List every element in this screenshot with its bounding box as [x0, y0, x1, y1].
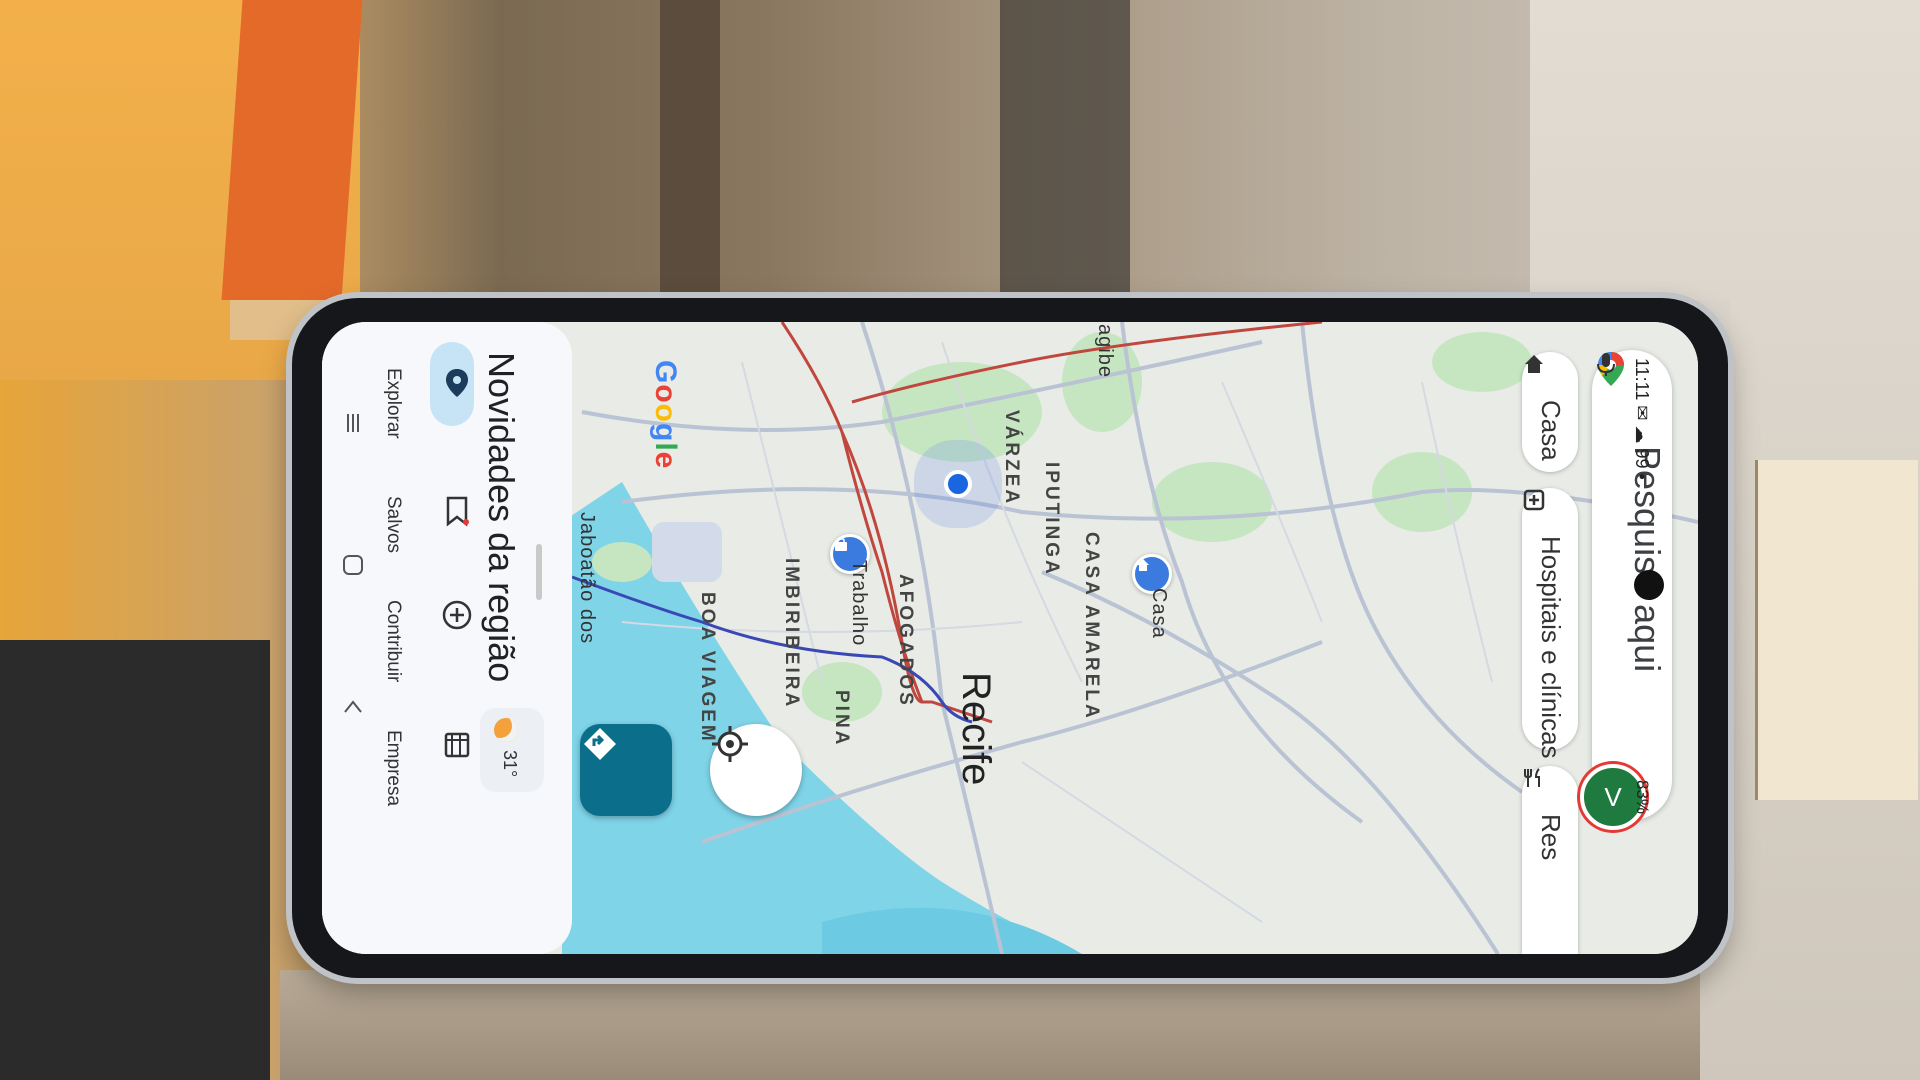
home-pin-label: Casa — [1148, 588, 1170, 639]
work-pin-label: Trabalho — [848, 560, 870, 647]
my-location-button[interactable] — [710, 724, 802, 816]
chip-home[interactable]: Casa — [1522, 352, 1578, 472]
search-input[interactable]: Pesquise aqui — [1626, 446, 1668, 672]
background-shelf — [660, 0, 720, 300]
store-icon — [444, 732, 470, 758]
nav-contribute[interactable]: Contribuir — [383, 598, 476, 698]
nav-saved[interactable]: Salvos — [383, 494, 476, 584]
explore-pin-icon — [446, 369, 468, 397]
nav-explore[interactable]: Explorar — [383, 366, 476, 456]
recent-apps-icon[interactable] — [340, 410, 366, 436]
map-label-casa-amarela: CASA AMARELA — [1081, 532, 1102, 721]
map-label-boa-viagem: BOA VIAGEM — [697, 592, 718, 744]
microphone-icon[interactable] — [1592, 350, 1620, 378]
map-label-jaboatao: Jaboatão dos — [576, 512, 598, 645]
bookmark-icon — [446, 496, 469, 527]
status-time: 11:11 ✉ ☁ 99 • — [1631, 358, 1652, 480]
nav-business[interactable]: Empresa — [383, 728, 476, 828]
notification-icons: ✉ ☁ 99 • — [1632, 405, 1652, 480]
home-icon — [1525, 355, 1543, 373]
background-shelf — [1000, 0, 1130, 300]
background-flag — [221, 0, 363, 300]
sheet-title: Novidades da região — [481, 352, 522, 683]
sheet-drag-handle[interactable] — [536, 544, 542, 600]
google-logo: Google — [649, 360, 682, 470]
map-city-recife: Recife — [954, 672, 998, 786]
nav-explore-label: Explorar — [383, 368, 404, 439]
weather-sun-icon — [494, 718, 518, 742]
nav-saved-label: Salvos — [383, 496, 404, 554]
map-label-agibe: agibe — [1094, 324, 1116, 378]
work-icon — [835, 538, 847, 551]
chip-restaurants[interactable]: Res — [1522, 766, 1578, 954]
background-warning-label — [1755, 460, 1918, 800]
nav-contribute-label: Contribuir — [383, 600, 404, 683]
current-location-dot — [944, 470, 972, 498]
background-camera — [0, 640, 270, 1080]
phone-screen: Google VÁRZEA IPUTINGA CASA AMARELA AFOG… — [322, 322, 1698, 954]
chip-home-label: Casa — [1536, 400, 1566, 461]
phone-frame: Google VÁRZEA IPUTINGA CASA AMARELA AFOG… — [292, 298, 1728, 978]
chip-hospitals[interactable]: Hospitais e clínicas — [1522, 488, 1578, 759]
map-label-imbiribeira: IMBIRIBEIRA — [781, 558, 802, 710]
weather-temperature: 31° — [500, 750, 520, 778]
map-label-afogados: AFOGADOS — [895, 574, 916, 708]
clock: 11:11 — [1632, 358, 1652, 401]
back-nav-icon[interactable] — [340, 694, 366, 720]
nav-business-label: Empresa — [383, 730, 404, 807]
add-circle-icon — [442, 600, 472, 630]
crosshair-icon — [712, 726, 748, 762]
restaurant-icon — [1524, 768, 1540, 787]
directions-icon — [584, 728, 616, 760]
chip-restaurants-label: Res — [1536, 814, 1566, 861]
map-label-varzea: VÁRZEA — [1001, 410, 1022, 507]
map-label-pina: PINA — [831, 690, 852, 748]
weather-badge[interactable]: 31° — [480, 708, 544, 792]
home-nav-icon[interactable] — [340, 552, 366, 578]
hospital-icon — [1523, 489, 1545, 511]
background-floor — [280, 970, 1700, 1080]
bottom-sheet[interactable]: Novidades da região 31° Explorar Salvos … — [322, 322, 572, 954]
chip-hospitals-label: Hospitais e clínicas — [1536, 536, 1566, 759]
status-battery: 83% — [1633, 780, 1652, 815]
home-icon — [1137, 559, 1149, 571]
map-label-iputinga: IPUTINGA — [1041, 462, 1062, 577]
front-camera — [1634, 570, 1664, 600]
directions-button[interactable] — [580, 724, 672, 816]
